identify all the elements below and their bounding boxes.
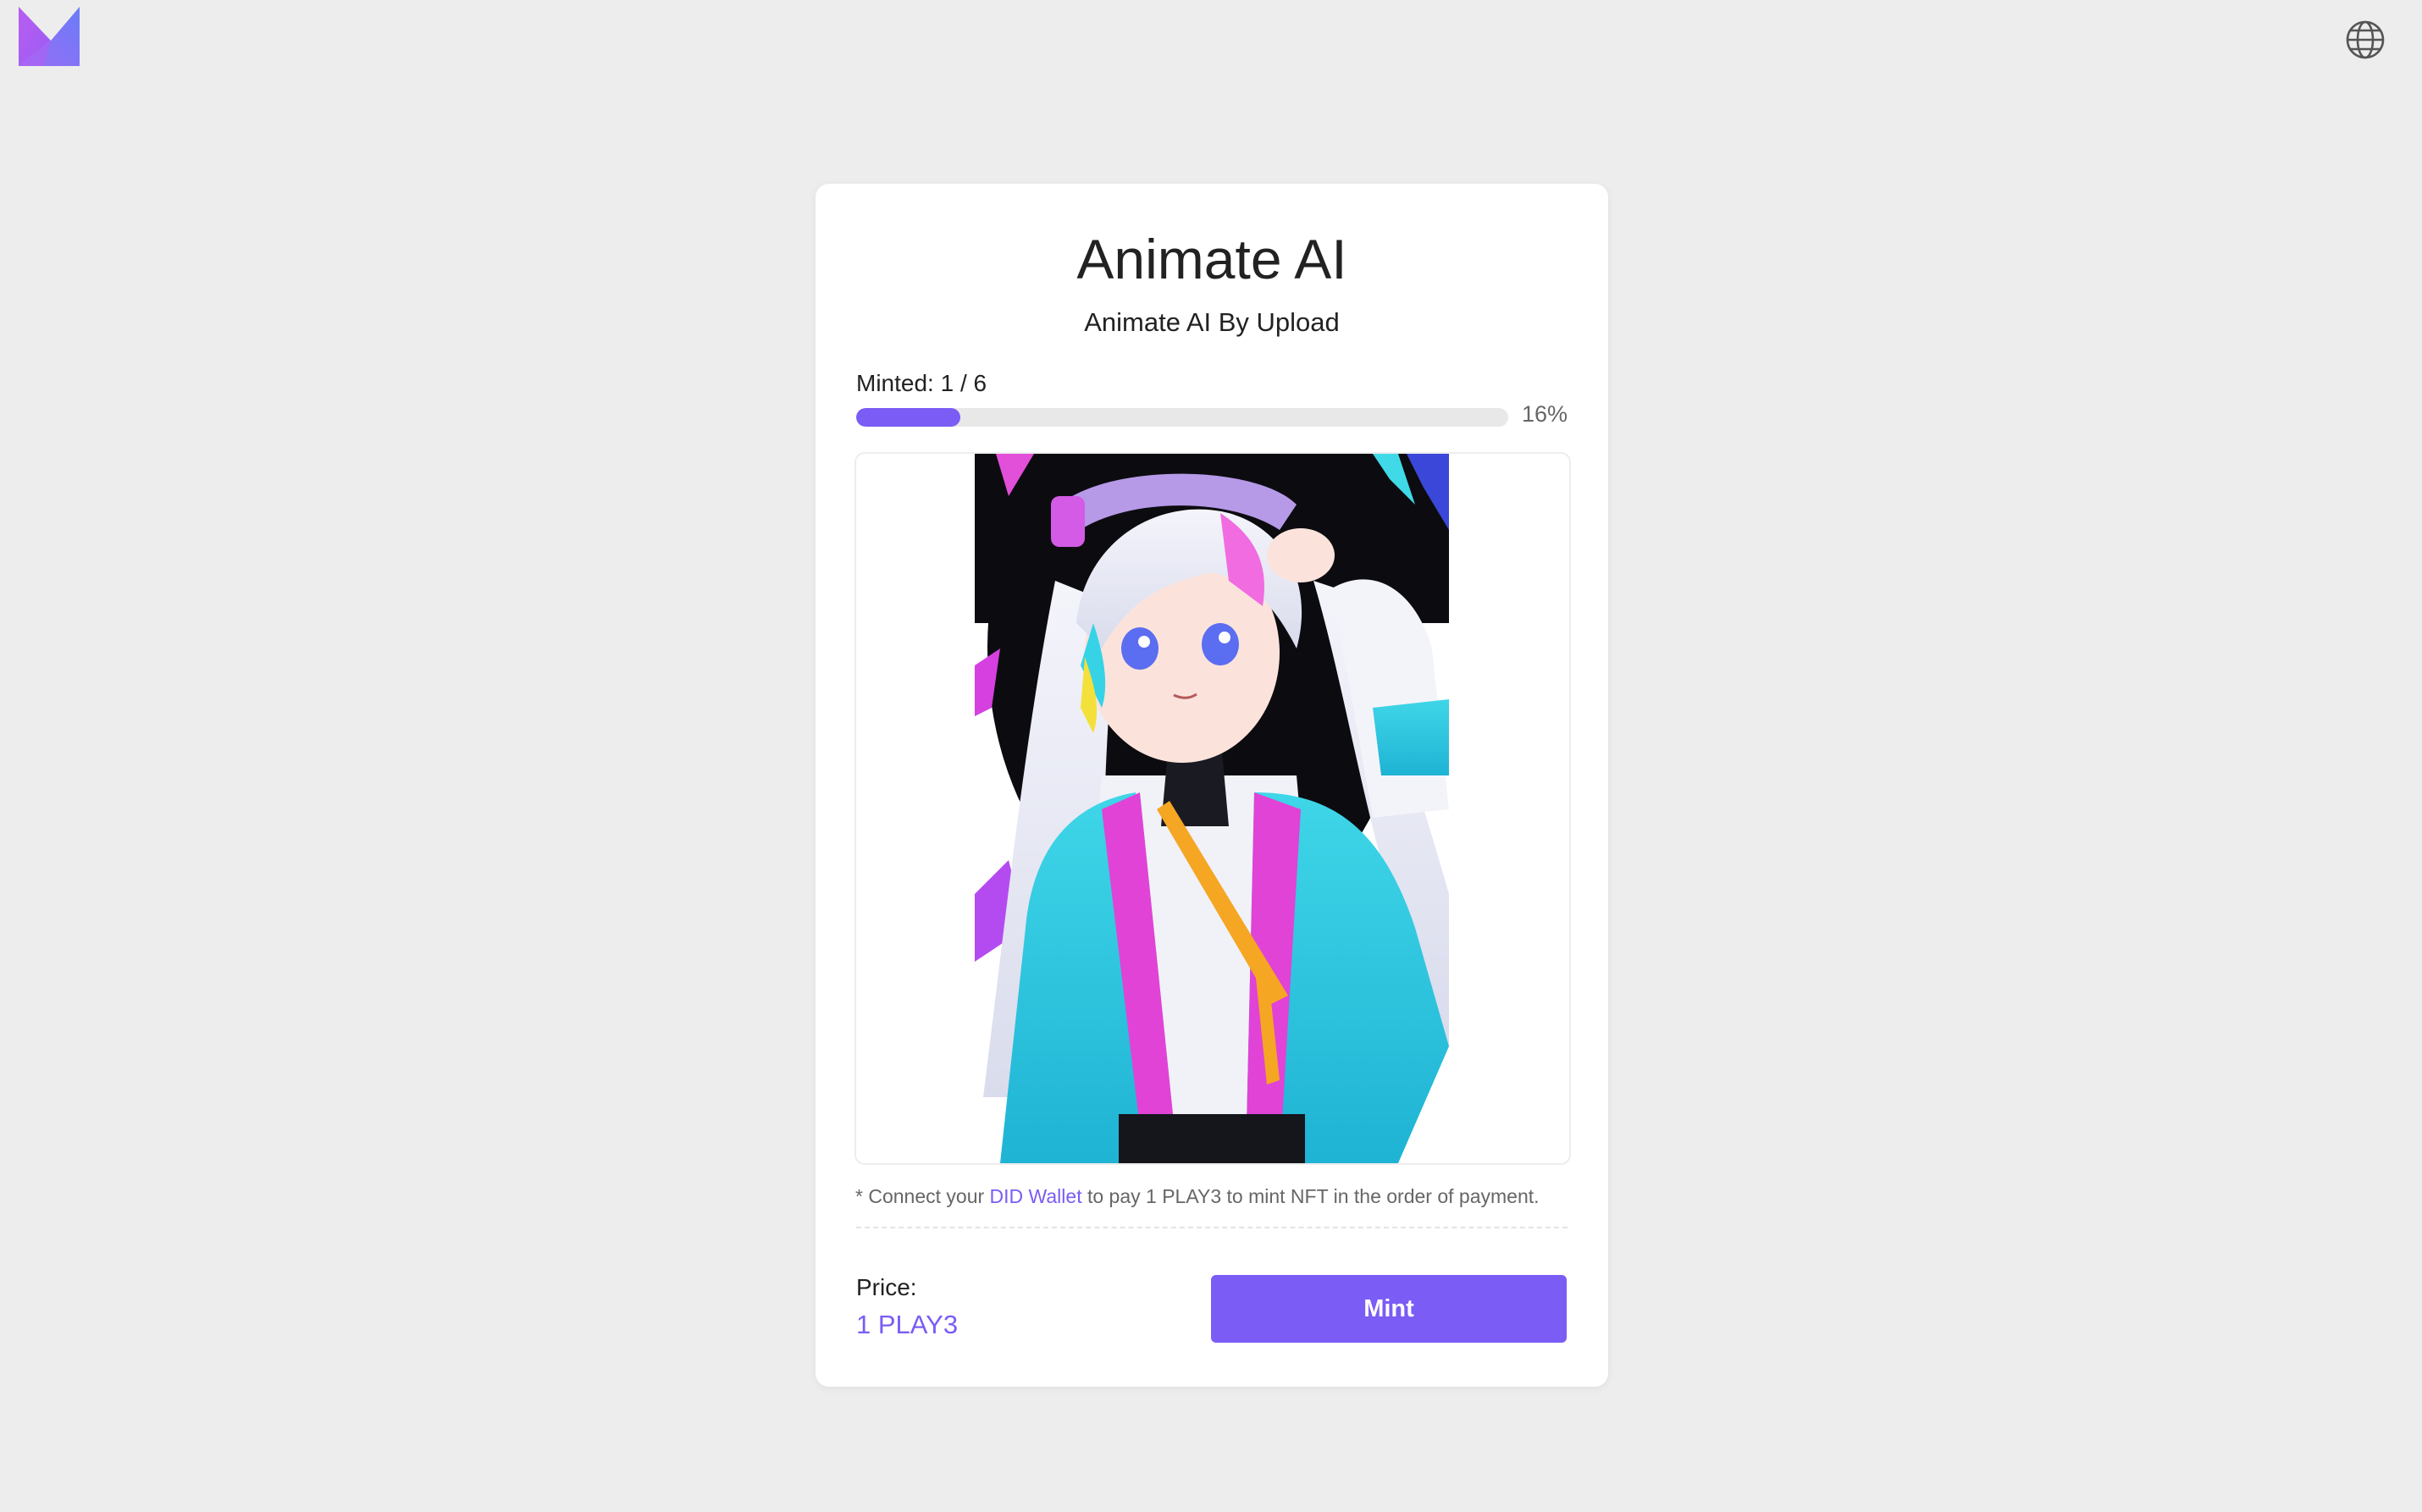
- page-subtitle: Animate AI By Upload: [1084, 307, 1340, 337]
- wallet-note-suffix: to pay 1 PLAY3 to mint NFT in the order …: [1081, 1185, 1540, 1207]
- mint-card: Animate AI Animate AI By Upload Minted: …: [816, 184, 1608, 1387]
- wallet-note: * Connect your DID Wallet to pay 1 PLAY3…: [855, 1185, 1540, 1208]
- mint-progress-bar: [856, 408, 1508, 427]
- price-value: 1 PLAY3: [856, 1310, 959, 1339]
- brand-logo-icon[interactable]: [19, 7, 80, 66]
- mint-progress-percent: 16%: [1522, 401, 1568, 427]
- globe-icon[interactable]: [2344, 19, 2386, 61]
- mint-button[interactable]: Mint: [1211, 1275, 1567, 1343]
- page-title: Animate AI: [1076, 228, 1347, 290]
- nft-preview: [854, 452, 1571, 1165]
- minted-count: Minted: 1 / 6: [856, 370, 987, 396]
- section-divider: [856, 1227, 1568, 1228]
- anime-artwork-image: [975, 454, 1449, 1163]
- wallet-note-prefix: * Connect your: [855, 1185, 990, 1207]
- did-wallet-link[interactable]: DID Wallet: [990, 1185, 1082, 1207]
- mint-progress-fill: [856, 408, 961, 427]
- price-label: Price:: [856, 1274, 917, 1300]
